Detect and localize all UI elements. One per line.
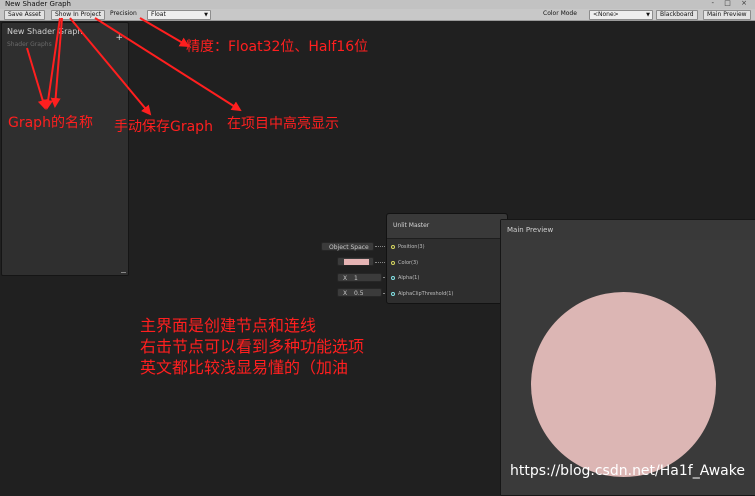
annotation-arrows [26,17,242,116]
arrow-graph-name [26,47,48,110]
arrow-precision [139,17,190,48]
arrow-save-2 [69,17,152,116]
arrow-highlight [94,17,242,112]
watermark: https://blog.csdn.net/Ha1f_Awake [510,463,745,479]
